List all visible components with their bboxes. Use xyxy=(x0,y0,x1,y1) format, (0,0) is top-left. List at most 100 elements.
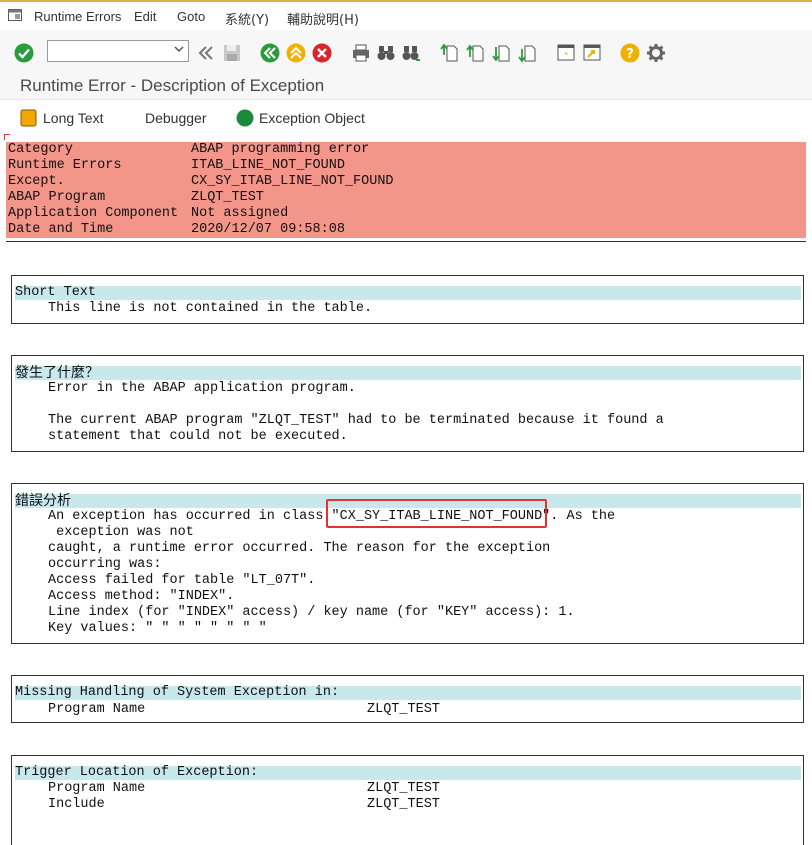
header-row xyxy=(6,158,806,174)
menu-edit[interactable]: Edit xyxy=(134,9,156,24)
save-button[interactable] xyxy=(221,42,243,64)
exception-object-button[interactable]: Exception Object xyxy=(236,108,365,128)
error-description-content: Category ABAP programming error Runtime … xyxy=(0,133,812,845)
what-happened-line: statement that could not be executed. xyxy=(48,429,348,444)
field-value: CX_SY_ITAB_LINE_NOT_FOUND xyxy=(191,174,394,189)
header-row xyxy=(6,174,806,190)
save-icon xyxy=(224,45,240,61)
field-label: Category xyxy=(8,142,73,157)
debugger-label: Debugger xyxy=(145,110,207,126)
previous-page-button[interactable] xyxy=(465,42,487,64)
gear-icon xyxy=(647,44,665,62)
application-toolbar: Long Text Debugger Exception Object xyxy=(0,100,812,133)
shortcut-button[interactable] xyxy=(581,42,603,64)
long-text-button[interactable]: Long Text xyxy=(20,108,103,128)
header-divider xyxy=(6,241,806,242)
error-analysis-line: occurring was: xyxy=(48,557,162,572)
error-analysis-line: Access method: "INDEX". xyxy=(48,589,235,604)
enter-button[interactable] xyxy=(13,42,35,64)
first-page-icon xyxy=(440,43,458,62)
exception-object-label: Exception Object xyxy=(259,110,365,126)
program-name-label: Program Name xyxy=(48,702,146,717)
collapse-command-button[interactable] xyxy=(195,42,217,64)
settings-button[interactable] xyxy=(645,42,667,64)
last-page-icon xyxy=(518,45,536,63)
error-analysis-text: An exception has occurred in class xyxy=(48,509,332,524)
document-icon xyxy=(20,109,37,127)
svg-text:?: ? xyxy=(626,47,634,62)
short-text-heading: Short Text xyxy=(15,285,97,300)
system-toolbar: ? xyxy=(0,30,812,70)
binoculars-icon xyxy=(377,46,395,60)
error-analysis-line: caught, a runtime error occurred. The re… xyxy=(48,541,551,556)
page-title: Runtime Error - Description of Exception xyxy=(20,76,325,95)
double-chevron-left-icon xyxy=(198,46,213,60)
find-button[interactable] xyxy=(375,42,397,64)
command-field[interactable] xyxy=(47,40,189,62)
new-session-icon xyxy=(557,44,575,61)
previous-page-icon xyxy=(466,44,484,62)
error-analysis-line: exception was not xyxy=(48,525,194,540)
shortcut-icon xyxy=(583,44,601,61)
trigger-location-heading: Trigger Location of Exception: xyxy=(15,765,259,780)
error-analysis-line: Key values: " " " " " " " " xyxy=(48,621,267,636)
menu-goto[interactable]: Goto xyxy=(177,9,205,24)
section-heading-bar xyxy=(15,366,801,380)
exit-button[interactable] xyxy=(285,42,307,64)
debugger-button[interactable]: Debugger xyxy=(145,108,207,128)
field-label: Except. xyxy=(8,174,65,189)
field-label: Date and Time xyxy=(8,222,114,237)
what-happened-line: Error in the ABAP application program. xyxy=(48,381,356,396)
back-button[interactable] xyxy=(259,42,281,64)
next-page-button[interactable] xyxy=(491,42,513,64)
header-row xyxy=(6,222,806,238)
field-label: ABAP Program xyxy=(8,190,106,205)
field-value: ZLQT_TEST xyxy=(191,190,264,205)
app-menu-icon[interactable] xyxy=(8,9,22,21)
program-name-value: ZLQT_TEST xyxy=(367,781,440,796)
help-icon: ? xyxy=(620,43,640,63)
long-text-label: Long Text xyxy=(43,110,104,126)
green-circle-icon xyxy=(236,109,254,127)
checkmark-icon xyxy=(14,43,34,63)
program-name-label: Program Name xyxy=(48,781,146,796)
print-button[interactable] xyxy=(350,42,372,64)
cancel-icon xyxy=(312,43,332,63)
print-icon xyxy=(353,44,369,62)
error-analysis-heading: 錯誤分析 xyxy=(15,493,71,509)
program-name-value: ZLQT_TEST xyxy=(367,702,440,717)
header-row xyxy=(6,142,806,158)
header-row xyxy=(6,190,806,206)
what-happened-line: The current ABAP program "ZLQT_TEST" had… xyxy=(48,413,664,428)
menu-bar: Runtime Errors Edit Goto 系統(Y) 輔助說明(H) xyxy=(0,0,812,30)
field-label: Runtime Errors xyxy=(8,158,122,173)
last-page-button[interactable] xyxy=(517,42,539,64)
include-value: ZLQT_TEST xyxy=(367,797,440,812)
error-analysis-line: Access failed for table "LT_07T". xyxy=(48,573,316,588)
field-value: ABAP programming error xyxy=(191,142,370,157)
error-analysis-line: Line index (for "INDEX" access) / key na… xyxy=(48,605,575,620)
help-button[interactable]: ? xyxy=(619,42,641,64)
menu-runtime-errors[interactable]: Runtime Errors xyxy=(34,9,121,24)
chevron-down-icon[interactable] xyxy=(174,44,184,54)
cancel-button[interactable] xyxy=(311,42,333,64)
menu-help[interactable]: 輔助說明(H) xyxy=(287,9,359,28)
field-value: ITAB_LINE_NOT_FOUND xyxy=(191,158,345,173)
new-session-button[interactable] xyxy=(555,42,577,64)
back-icon xyxy=(260,43,280,63)
menu-system[interactable]: 系統(Y) xyxy=(225,9,269,28)
next-page-icon xyxy=(492,45,510,62)
binoculars-next-icon xyxy=(402,46,420,61)
include-label: Include xyxy=(48,797,105,812)
exit-icon xyxy=(286,43,306,63)
section-heading-bar xyxy=(15,286,801,300)
error-analysis-text: . As the xyxy=(550,509,616,524)
missing-handling-heading: Missing Handling of System Exception in: xyxy=(15,685,340,700)
field-value: 2020/12/07 09:58:08 xyxy=(191,222,345,237)
field-label: Application Component xyxy=(8,206,179,221)
cursor-marker xyxy=(4,134,10,140)
find-next-button[interactable] xyxy=(400,42,422,64)
short-text-body: This line is not contained in the table. xyxy=(48,301,373,316)
first-page-button[interactable] xyxy=(439,42,461,64)
field-value: Not assigned xyxy=(191,206,289,221)
